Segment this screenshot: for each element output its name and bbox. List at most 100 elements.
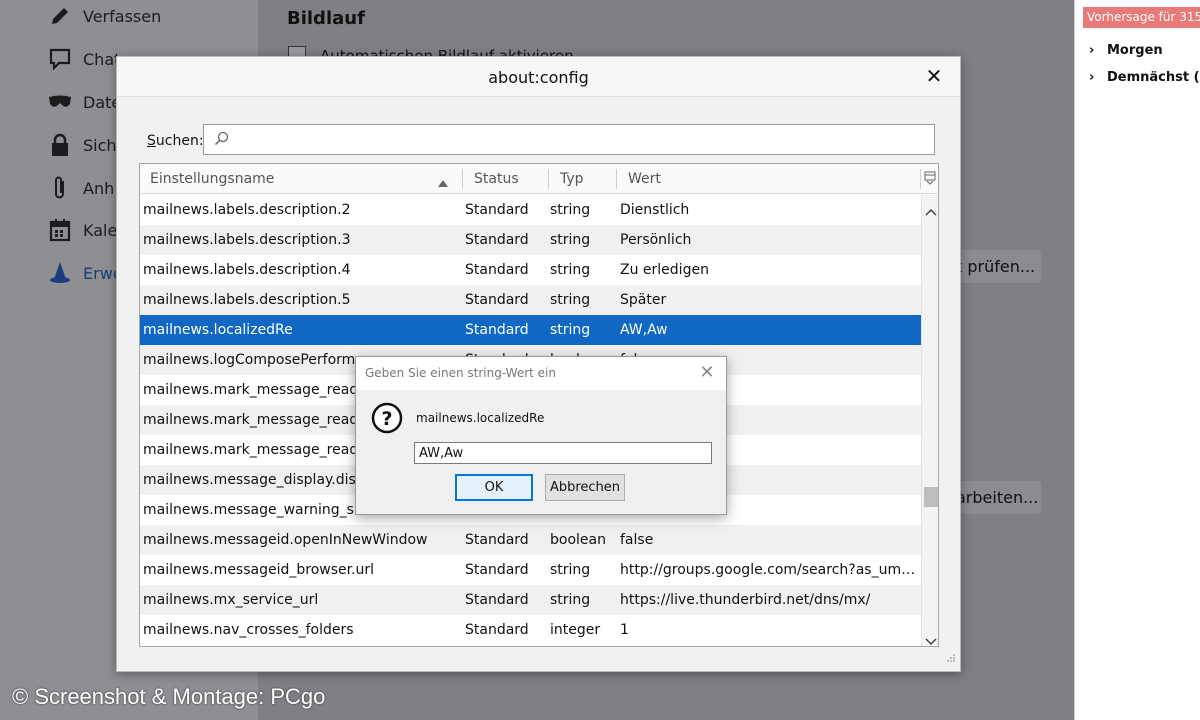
- sort-ascending-icon: [438, 175, 448, 191]
- section-title: Bildlauf: [287, 8, 365, 29]
- column-separator[interactable]: [616, 169, 617, 189]
- sidebar-item-label: Anh: [83, 178, 115, 198]
- pref-type-cell: string: [550, 592, 591, 608]
- svg-text:?: ?: [381, 408, 392, 430]
- sidebar-item-privacy[interactable]: Date: [48, 87, 121, 117]
- search-input[interactable]: [234, 128, 924, 151]
- table-row[interactable]: mailnews.labels.description.5 Standard str…: [140, 285, 921, 315]
- sidebar-item-chat[interactable]: Chat: [48, 44, 120, 74]
- search-box[interactable]: [203, 124, 935, 155]
- paperclip-icon: [48, 176, 72, 200]
- pref-status-cell: Standard: [465, 202, 529, 218]
- agenda-item-label: Demnächst (5 T: [1107, 70, 1200, 85]
- prompt-close-button[interactable]: ✕: [697, 363, 717, 383]
- column-header-label: Status: [474, 171, 519, 187]
- close-icon: ✕: [925, 64, 943, 88]
- pref-name-cell: mailnews.localizedRe: [143, 322, 293, 338]
- sidebar-item-calendar[interactable]: Kale: [48, 215, 117, 245]
- column-picker-icon[interactable]: [924, 171, 936, 189]
- search-label: Suchen:: [147, 133, 204, 149]
- prompt-titlebar: Geben Sie einen string-Wert ein ✕: [356, 357, 726, 390]
- column-separator: [920, 169, 921, 189]
- pref-value-cell: false: [620, 532, 654, 548]
- calendar-icon: [48, 218, 72, 242]
- sidebar-item-label: Sich: [83, 135, 117, 155]
- pref-name-cell: mailnews.messageid_browser.url: [143, 562, 375, 578]
- pref-status-cell: Standard: [465, 322, 529, 338]
- pref-type-cell: integer: [550, 622, 601, 638]
- pref-name-cell: mailnews.labels.description.3: [143, 232, 351, 248]
- table-row[interactable]: mailnews.nav_crosses_folders Standard inte…: [140, 615, 921, 645]
- table-row[interactable]: mailnews.messageid_browser.url Standard st…: [140, 555, 921, 585]
- table-row[interactable]: mailnews.labels.description.2 Standard str…: [140, 195, 921, 225]
- sidebar-item-label: Kale: [83, 220, 118, 240]
- chevron-down-icon[interactable]: [925, 631, 937, 646]
- pref-type-cell: string: [550, 322, 591, 338]
- pref-type-cell: boolean: [550, 532, 606, 548]
- table-row[interactable]: mailnews.labels.description.4 Standard str…: [140, 255, 921, 285]
- resize-grip-icon[interactable]: [946, 648, 956, 667]
- column-header-label: Typ: [560, 171, 584, 187]
- pref-type-cell: string: [550, 292, 591, 308]
- pref-status-cell: Standard: [465, 622, 529, 638]
- pref-type-cell: string: [550, 232, 591, 248]
- chevron-right-icon: ›: [1089, 70, 1095, 85]
- pref-status-cell: Standard: [465, 292, 529, 308]
- table-row[interactable]: mailnews.localizedRe Standard string AW,Aw: [140, 315, 921, 345]
- column-header-value[interactable]: Wert: [618, 164, 918, 194]
- lock-icon: [48, 133, 72, 157]
- column-header-type[interactable]: Typ: [550, 164, 616, 194]
- pref-status-cell: Standard: [465, 532, 529, 548]
- close-button[interactable]: ✕: [922, 64, 946, 88]
- column-separator[interactable]: [548, 169, 549, 189]
- sidebar-item-security[interactable]: Sich: [48, 130, 117, 160]
- pref-value-cell: 1: [620, 622, 629, 638]
- pref-type-cell: string: [550, 562, 591, 578]
- agenda-item-tomorrow[interactable]: › Morgen: [1089, 43, 1163, 58]
- ok-button[interactable]: OK: [455, 474, 533, 501]
- prompt-title: Geben Sie einen string-Wert ein: [365, 366, 556, 380]
- column-header-name[interactable]: Einstellungsname: [140, 164, 462, 194]
- dialog-titlebar: about:config ✕: [117, 57, 960, 97]
- dialog-title: about:config: [488, 68, 589, 87]
- search-label-text: uchen:: [155, 133, 204, 149]
- table-row[interactable]: mailnews.messageid.openInNewWindow Standa…: [140, 525, 921, 555]
- pref-name-cell: mailnews.labels.description.4: [143, 262, 351, 278]
- pref-value-cell: Dienstlich: [620, 202, 690, 218]
- pref-name-cell: mailnews.nav_crosses_folders: [143, 622, 354, 638]
- chevron-up-icon[interactable]: [925, 201, 937, 220]
- table-row[interactable]: mailnews.labels.description.3 Standard str…: [140, 225, 921, 255]
- prompt-message: mailnews.localizedRe: [416, 411, 545, 425]
- pref-value-cell: https://live.thunderbird.net/dns/mx/: [620, 592, 871, 608]
- sidebar-item-advanced[interactable]: Erwe: [48, 258, 123, 288]
- chevron-right-icon: ›: [1089, 43, 1095, 58]
- pencil-icon: [48, 4, 72, 28]
- sidebar-item-attachments[interactable]: Anh: [48, 173, 114, 203]
- pref-value-cell: Persönlich: [620, 232, 692, 248]
- scrollbar-thumb[interactable]: [924, 487, 938, 507]
- column-separator[interactable]: [462, 169, 463, 189]
- pref-status-cell: Standard: [465, 562, 529, 578]
- cancel-button[interactable]: Abbrechen: [545, 474, 625, 501]
- pref-value-cell: http://groups.google.com/search?as_umsgi…: [620, 562, 920, 578]
- edit-button-label: arbeiten...: [956, 488, 1039, 507]
- pref-value-cell: AW,Aw: [620, 322, 668, 338]
- agenda-item-label: Morgen: [1107, 43, 1163, 58]
- column-header-status[interactable]: Status: [464, 164, 548, 194]
- watermark: © Screenshot & Montage: PCgo: [12, 684, 326, 709]
- search-label-accesskey: S: [147, 133, 156, 149]
- pref-name-cell: mailnews.mx_service_url: [143, 592, 319, 608]
- pref-type-cell: string: [550, 262, 591, 278]
- string-value-input[interactable]: [414, 442, 712, 464]
- sidebar-item-compose[interactable]: Verfassen: [48, 1, 161, 31]
- agenda-item-upcoming[interactable]: › Demnächst (5 T: [1089, 70, 1200, 85]
- vertical-scrollbar[interactable]: [921, 195, 938, 646]
- sidebar-item-label: Verfassen: [83, 6, 162, 26]
- sidebar-item-label: Chat: [83, 49, 121, 69]
- string-value-prompt: Geben Sie einen string-Wert ein ✕ ? mail…: [355, 356, 727, 515]
- pref-status-cell: Standard: [465, 592, 529, 608]
- pref-status-cell: Standard: [465, 262, 529, 278]
- table-row[interactable]: mailnews.mx_service_url Standard string htt…: [140, 585, 921, 615]
- question-icon: ?: [371, 402, 403, 438]
- forecast-badge[interactable]: Vorhersage für 31582: [1083, 7, 1200, 28]
